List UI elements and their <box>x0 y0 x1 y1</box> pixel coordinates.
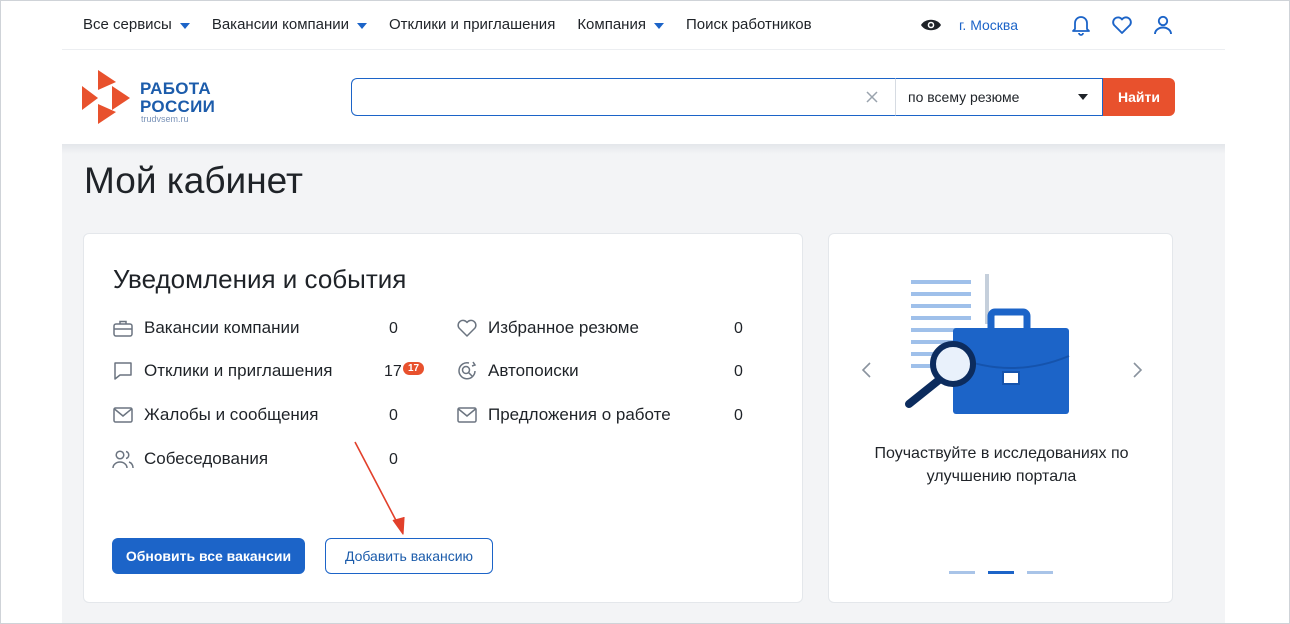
update-all-vacancies-button[interactable]: Обновить все вакансии <box>112 538 305 574</box>
search-button[interactable]: Найти <box>1103 78 1175 116</box>
stat-label: Жалобы и сообщения <box>144 405 319 424</box>
chevron-down-icon <box>1078 94 1088 100</box>
stat-job-offers[interactable]: Предложения о работе <box>456 404 671 426</box>
annotation-arrow <box>354 441 405 535</box>
briefcase-illustration-icon <box>905 274 1070 414</box>
logo[interactable]: РАБОТА РОССИИ trudvsem.ru <box>82 70 232 126</box>
promo-line2: улучшению портала <box>926 468 1077 485</box>
chat-icon <box>112 360 134 382</box>
heart-icon <box>456 317 478 339</box>
city-selector[interactable]: г. Москва <box>959 17 1018 33</box>
users-icon <box>112 448 134 470</box>
nav-label: Компания <box>577 16 646 33</box>
clear-icon[interactable] <box>862 87 882 107</box>
chevron-down-icon <box>653 22 664 29</box>
stat-count: 0 <box>389 407 398 424</box>
search-scope-select[interactable]: по всему резюме <box>895 78 1103 116</box>
carousel-dot-active[interactable] <box>988 571 1014 574</box>
nav-company-vacancies[interactable]: Вакансии компании <box>211 16 368 33</box>
stat-label: Автопоиски <box>488 361 579 380</box>
stat-label: Вакансии компании <box>144 318 300 337</box>
nav-label: Вакансии компании <box>211 16 350 33</box>
stat-label: Собеседования <box>144 449 269 468</box>
promo-text: Поучаствуйте в исследованиях по улучшени… <box>849 442 1154 488</box>
carousel-dot[interactable] <box>1027 571 1053 574</box>
stat-interviews[interactable]: Собеседования <box>112 448 268 470</box>
heart-icon[interactable] <box>1110 13 1134 37</box>
logo-subtitle: trudvsem.ru <box>141 114 189 124</box>
chevron-down-icon <box>179 22 190 29</box>
stat-complaints[interactable]: Жалобы и сообщения <box>112 404 318 426</box>
search-scope-value: по всему резюме <box>908 89 1020 105</box>
stat-count: 0 <box>734 320 743 337</box>
stat-company-vacancies[interactable]: Вакансии компании <box>112 317 299 339</box>
chevron-right-icon[interactable] <box>1127 360 1147 380</box>
nav-right: г. Москва <box>902 0 1175 50</box>
chevron-left-icon[interactable] <box>857 360 877 380</box>
mail-icon <box>112 404 134 426</box>
stat-responses[interactable]: Отклики и приглашения <box>112 360 332 382</box>
new-count-badge: 17 <box>403 362 425 375</box>
promo-line1: Поучаствуйте в исследованиях по <box>874 445 1129 462</box>
logo-mark-icon <box>82 70 130 124</box>
mail-icon <box>456 404 478 426</box>
nav-label: Поиск работников <box>685 16 812 33</box>
logo-text: РАБОТА РОССИИ <box>140 80 215 116</box>
nav-company[interactable]: Компания <box>577 16 664 33</box>
nav-label: Все сервисы <box>83 16 172 33</box>
stat-count: 0 <box>734 407 743 424</box>
search-bar: по всему резюме Найти <box>351 78 1175 116</box>
stat-count: 0 <box>734 363 743 380</box>
stat-autosearches[interactable]: Автопоиски <box>456 360 579 382</box>
carousel-dot[interactable] <box>949 571 975 574</box>
stat-favorite-resumes[interactable]: Избранное резюме <box>456 317 639 339</box>
page-title: Мой кабинет <box>84 160 303 201</box>
stat-count: 0 <box>389 320 398 337</box>
nav-responses[interactable]: Отклики и приглашения <box>389 16 555 33</box>
notifications-card: Уведомления и события Вакансии компании … <box>83 233 803 603</box>
search-input[interactable] <box>351 78 895 116</box>
user-icon[interactable] <box>1151 13 1175 37</box>
briefcase-icon <box>112 317 134 339</box>
logo-line1: РАБОТА <box>140 79 211 98</box>
main-content: Мой кабинет Уведомления и события Ваканс… <box>62 144 1225 624</box>
header-shadow <box>62 144 1225 154</box>
bell-icon[interactable] <box>1069 13 1093 37</box>
autosearch-icon <box>456 360 478 382</box>
stat-label: Избранное резюме <box>488 318 639 337</box>
carousel-dots <box>949 571 1053 574</box>
header: РАБОТА РОССИИ trudvsem.ru по всему резюм… <box>62 50 1225 144</box>
nav-label: Отклики и приглашения <box>389 16 556 33</box>
promo-carousel: Поучаствуйте в исследованиях по улучшени… <box>828 233 1173 603</box>
eye-icon[interactable] <box>919 13 943 37</box>
nav-find-workers[interactable]: Поиск работников <box>686 16 812 33</box>
chevron-down-icon <box>357 22 368 29</box>
stat-count: 17 <box>384 363 402 380</box>
notifications-title: Уведомления и события <box>113 264 407 294</box>
stat-label: Предложения о работе <box>488 405 671 424</box>
nav-all-services[interactable]: Все сервисы <box>83 16 190 33</box>
stat-label: Отклики и приглашения <box>144 361 333 380</box>
add-vacancy-button[interactable]: Добавить вакансию <box>325 538 493 574</box>
top-nav: Все сервисы Вакансии компании Отклики и … <box>62 0 1225 50</box>
